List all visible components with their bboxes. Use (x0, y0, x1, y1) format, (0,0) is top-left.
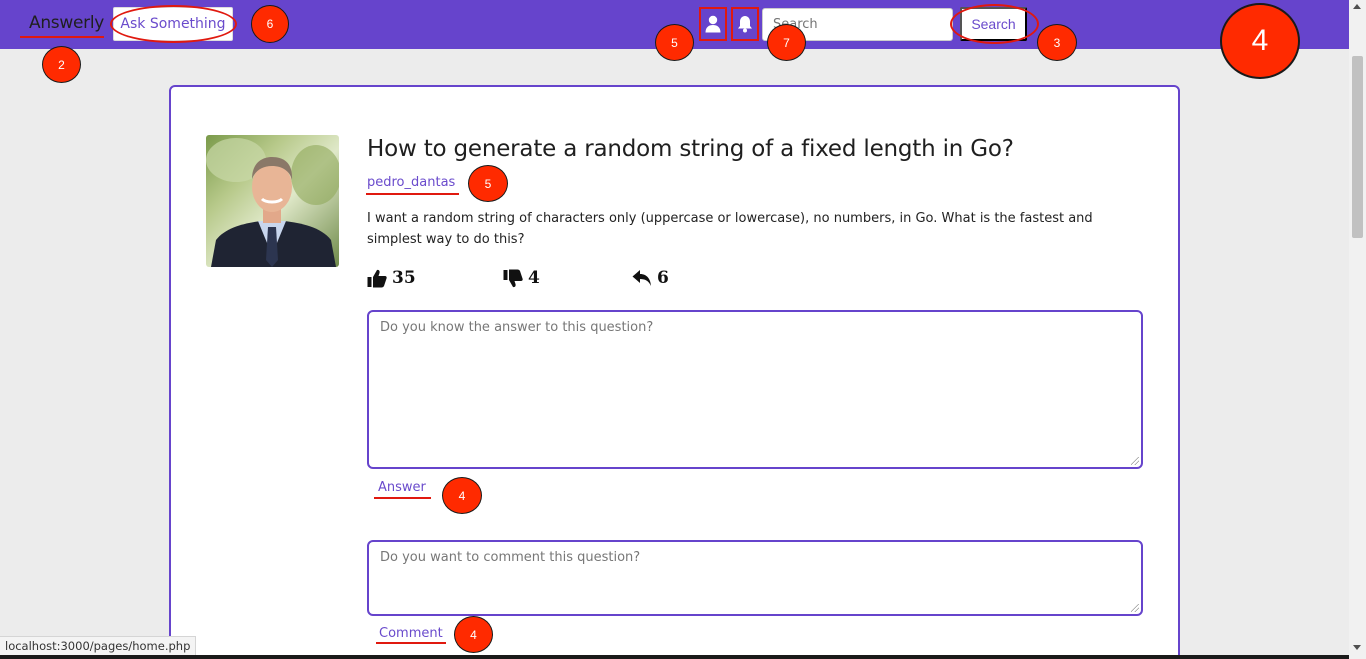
answer-textarea[interactable]: Do you know the answer to this question? (367, 310, 1143, 469)
notifications-button[interactable] (731, 7, 759, 41)
author-highlight-underline (366, 193, 459, 195)
brand-highlight-underline (20, 36, 104, 38)
answer-highlight-underline (374, 497, 431, 499)
answer-submit-link[interactable]: Answer (378, 480, 426, 495)
brand-logo[interactable]: Answerly (29, 13, 104, 33)
answer-annotation-badge: 4 (442, 477, 482, 514)
scroll-thumb[interactable] (1352, 56, 1363, 238)
comment-annotation-badge: 4 (454, 616, 493, 653)
thumbs-down-icon (503, 269, 523, 287)
upvote-count: 35 (392, 268, 416, 288)
comment-placeholder: Do you want to comment this question? (380, 550, 641, 565)
author-annotation-badge: 5 (468, 165, 508, 202)
question-author-link[interactable]: pedro_dantas (367, 175, 455, 190)
downvote-button[interactable]: 4 (503, 266, 540, 290)
bell-icon (738, 16, 752, 33)
comment-highlight-underline (376, 642, 446, 644)
question-body: I want a random string of characters onl… (367, 211, 1093, 247)
reply-icon (632, 270, 651, 286)
downvote-count: 4 (528, 268, 540, 288)
brand-annotation-badge: 2 (42, 46, 81, 83)
reply-count: 6 (657, 268, 669, 288)
search-button-highlight-ring (950, 4, 1039, 44)
reply-button[interactable]: 6 (632, 266, 669, 290)
profile-annotation-badge: 5 (655, 24, 694, 61)
author-avatar (206, 135, 339, 267)
avatar-portrait-icon (206, 138, 339, 267)
answer-placeholder: Do you know the answer to this question? (380, 320, 654, 335)
page-scrollbar[interactable] (1349, 0, 1366, 659)
scroll-down-arrow-icon[interactable] (1353, 645, 1361, 650)
search-annotation-badge: 3 (1037, 24, 1077, 61)
resize-grip-icon[interactable] (1131, 457, 1139, 465)
user-icon (705, 15, 721, 33)
thumbs-up-icon (367, 269, 387, 287)
browser-status-bar: localhost:3000/pages/home.php (0, 636, 197, 655)
corner-annotation-badge: 4 (1220, 3, 1300, 79)
profile-button[interactable] (699, 7, 727, 41)
scroll-up-arrow-icon[interactable] (1353, 4, 1361, 9)
bottom-strip (0, 655, 1349, 659)
upvote-button[interactable]: 35 (367, 266, 416, 290)
resize-grip-icon[interactable] (1131, 604, 1139, 612)
question-title: How to generate a random string of a fix… (367, 136, 1014, 162)
comment-textarea[interactable]: Do you want to comment this question? (367, 540, 1143, 616)
ask-button-highlight-ring (110, 5, 237, 43)
ask-annotation-badge: 6 (251, 5, 289, 43)
comment-submit-link[interactable]: Comment (379, 626, 443, 641)
bell-annotation-badge: 7 (767, 24, 806, 61)
